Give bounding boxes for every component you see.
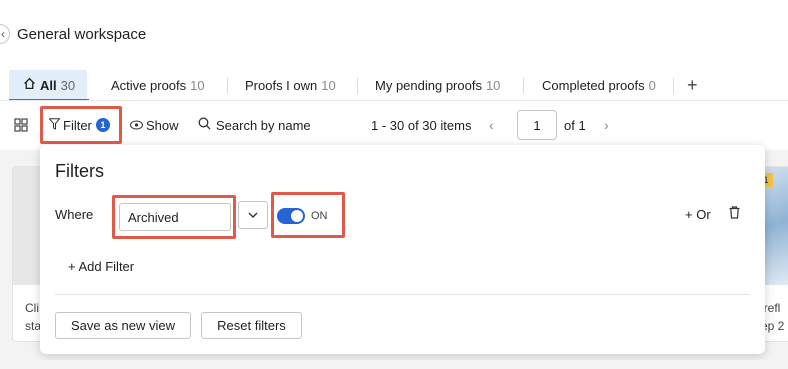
tab-my-pending-proofs[interactable]: My pending proofs 10 — [375, 70, 500, 100]
where-label: Where — [55, 207, 94, 222]
search-icon — [198, 117, 211, 133]
field-select-highlight: Archived — [112, 195, 236, 239]
filter-button[interactable]: Filter 1 — [40, 106, 122, 144]
tab-divider — [227, 78, 228, 94]
filter-label: Filter — [63, 117, 92, 133]
page-total: of 1 — [564, 117, 586, 133]
content-bottom — [0, 360, 788, 369]
reset-filters-button[interactable]: Reset filters — [201, 312, 302, 339]
tab-label: Completed proofs — [542, 77, 645, 93]
filters-panel: Filters Where Archived ON + Or + Add Fil… — [40, 145, 765, 354]
tab-label: My pending proofs — [375, 77, 482, 93]
page-title: General workspace — [17, 26, 147, 43]
proof-card-text: Cli sta — [25, 301, 42, 333]
filter-icon — [48, 117, 61, 133]
tab-label: Active proofs — [111, 77, 187, 93]
tab-label: All — [40, 77, 57, 93]
save-as-new-view-button[interactable]: Save as new view — [55, 312, 191, 339]
back-button[interactable]: ‹ — [0, 24, 10, 44]
tab-divider — [673, 78, 674, 94]
tab-count: 0 — [648, 77, 656, 93]
tab-completed-proofs[interactable]: Completed proofs 0 — [542, 70, 656, 100]
tab-bar: All 30 Active proofs 10 Proofs I own 10 … — [0, 70, 788, 100]
home-icon — [23, 77, 36, 93]
divider — [0, 100, 788, 101]
archived-toggle[interactable] — [277, 208, 305, 224]
tab-count: 10 — [485, 77, 501, 93]
divider — [55, 294, 750, 295]
tab-active-proofs[interactable]: Active proofs 10 — [111, 70, 205, 100]
tab-all[interactable]: All 30 — [9, 70, 88, 100]
items-count: 1 - 30 of 30 items — [371, 117, 472, 133]
trash-icon[interactable] — [729, 206, 740, 222]
show-label: Show — [146, 117, 179, 133]
tab-count: 10 — [321, 77, 336, 93]
search-button[interactable]: Search by name — [198, 112, 311, 138]
next-page-icon[interactable]: › — [604, 112, 609, 138]
page-number-input[interactable]: 1 — [517, 110, 557, 140]
filter-count-badge: 1 — [95, 118, 110, 132]
grid-view-icon[interactable] — [14, 112, 30, 138]
tab-label: Proofs I own — [245, 77, 318, 93]
add-tab-button[interactable]: + — [687, 70, 698, 100]
add-filter-button[interactable]: + Add Filter — [68, 259, 134, 274]
show-button[interactable]: Show — [130, 112, 179, 138]
search-label: Search by name — [216, 117, 311, 133]
chevron-down-icon[interactable] — [238, 201, 268, 229]
field-select[interactable]: Archived — [119, 203, 231, 231]
filters-title: Filters — [55, 161, 104, 181]
prev-page-icon[interactable]: ‹ — [489, 112, 494, 138]
tab-proofs-i-own[interactable]: Proofs I own 10 — [245, 70, 336, 100]
toggle-knob — [291, 210, 303, 222]
add-or-button[interactable]: + Or — [685, 207, 711, 222]
toggle-label: ON — [311, 210, 328, 222]
tab-divider — [523, 78, 524, 94]
tab-count: 10 — [190, 77, 205, 93]
eye-icon — [130, 118, 143, 133]
tab-divider — [357, 78, 358, 94]
toggle-highlight: ON — [271, 192, 345, 238]
tab-count: 30 — [60, 77, 76, 93]
